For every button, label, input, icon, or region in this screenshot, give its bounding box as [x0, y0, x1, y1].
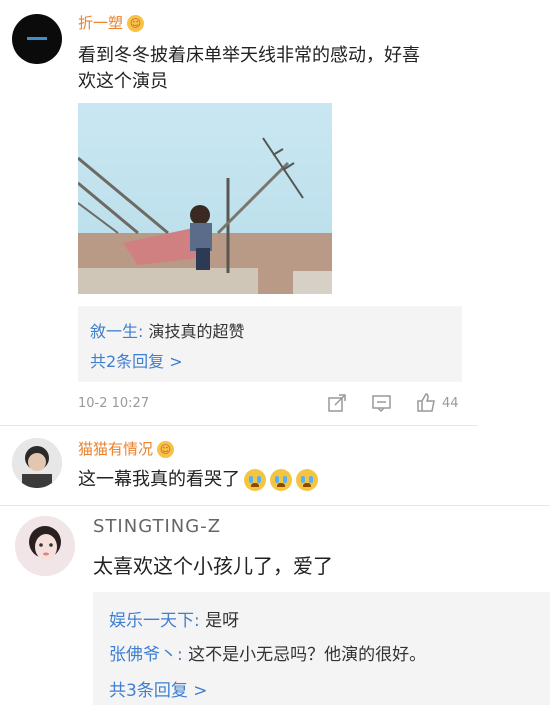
avatar-logo	[27, 37, 47, 40]
reply-line: 张佛爷丶: 这不是小无忌吗？他演的很好。	[109, 640, 426, 665]
comment-icon[interactable]	[372, 394, 391, 412]
username[interactable]: STINGTING-Z	[93, 516, 221, 537]
reply-line: 敘一生: 演技真的超赞	[90, 318, 245, 342]
reply-box: 娱乐一天下: 是呀 张佛爷丶: 这不是小无忌吗？他演的很好。 共3条回复 >	[93, 592, 550, 705]
username[interactable]: 猫猫有情况	[78, 440, 153, 458]
avatar[interactable]	[15, 516, 75, 576]
fan-badge-icon: ☺	[157, 441, 175, 458]
reply-box: 敘一生: 演技真的超赞 共2条回复 >	[78, 306, 462, 382]
comment-header: 猫猫有情况 ☺	[78, 438, 175, 459]
view-more-replies-link[interactable]: 共2条回复 >	[90, 348, 183, 372]
crying-emoji-icon	[296, 469, 318, 491]
reply-text: 是呀	[205, 611, 240, 631]
comment-text: 看到冬冬披着床单举天线非常的感动，好喜 欢这个演员	[78, 45, 420, 92]
comment-header: 折一塑 ☺	[78, 12, 145, 33]
reply-text: 演技真的超赞	[148, 322, 245, 341]
fan-badge-icon: ☺	[127, 15, 145, 32]
avatar-photo	[12, 438, 62, 488]
reply-text: 这不是小无忌吗？他演的很好。	[188, 645, 427, 665]
avatar-photo	[15, 516, 75, 576]
reply-username[interactable]: 敘一生:	[90, 322, 143, 341]
view-more-replies-link[interactable]: 共3条回复 >	[109, 676, 207, 701]
crying-emoji-icon	[244, 469, 266, 491]
comment-text: 太喜欢这个小孩儿了，爱了	[93, 554, 333, 578]
reply-line: 娱乐一天下: 是呀	[109, 606, 239, 631]
comment-image[interactable]	[78, 103, 332, 294]
divider	[0, 425, 478, 426]
avatar[interactable]	[12, 14, 62, 64]
like-icon[interactable]	[416, 392, 436, 412]
comment-time: 10-2 10:27	[78, 396, 150, 411]
crying-emoji-icon	[270, 469, 292, 491]
username[interactable]: 折一塑	[78, 14, 123, 32]
divider	[0, 505, 550, 506]
photo-scene	[78, 137, 332, 294]
avatar[interactable]	[12, 438, 62, 488]
reply-username[interactable]: 娱乐一天下:	[109, 611, 200, 631]
reply-username[interactable]: 张佛爷丶:	[109, 645, 183, 665]
share-icon[interactable]	[328, 394, 346, 412]
comment-text: 这一幕我真的看哭了	[78, 467, 318, 493]
like-count: 44	[442, 396, 459, 411]
